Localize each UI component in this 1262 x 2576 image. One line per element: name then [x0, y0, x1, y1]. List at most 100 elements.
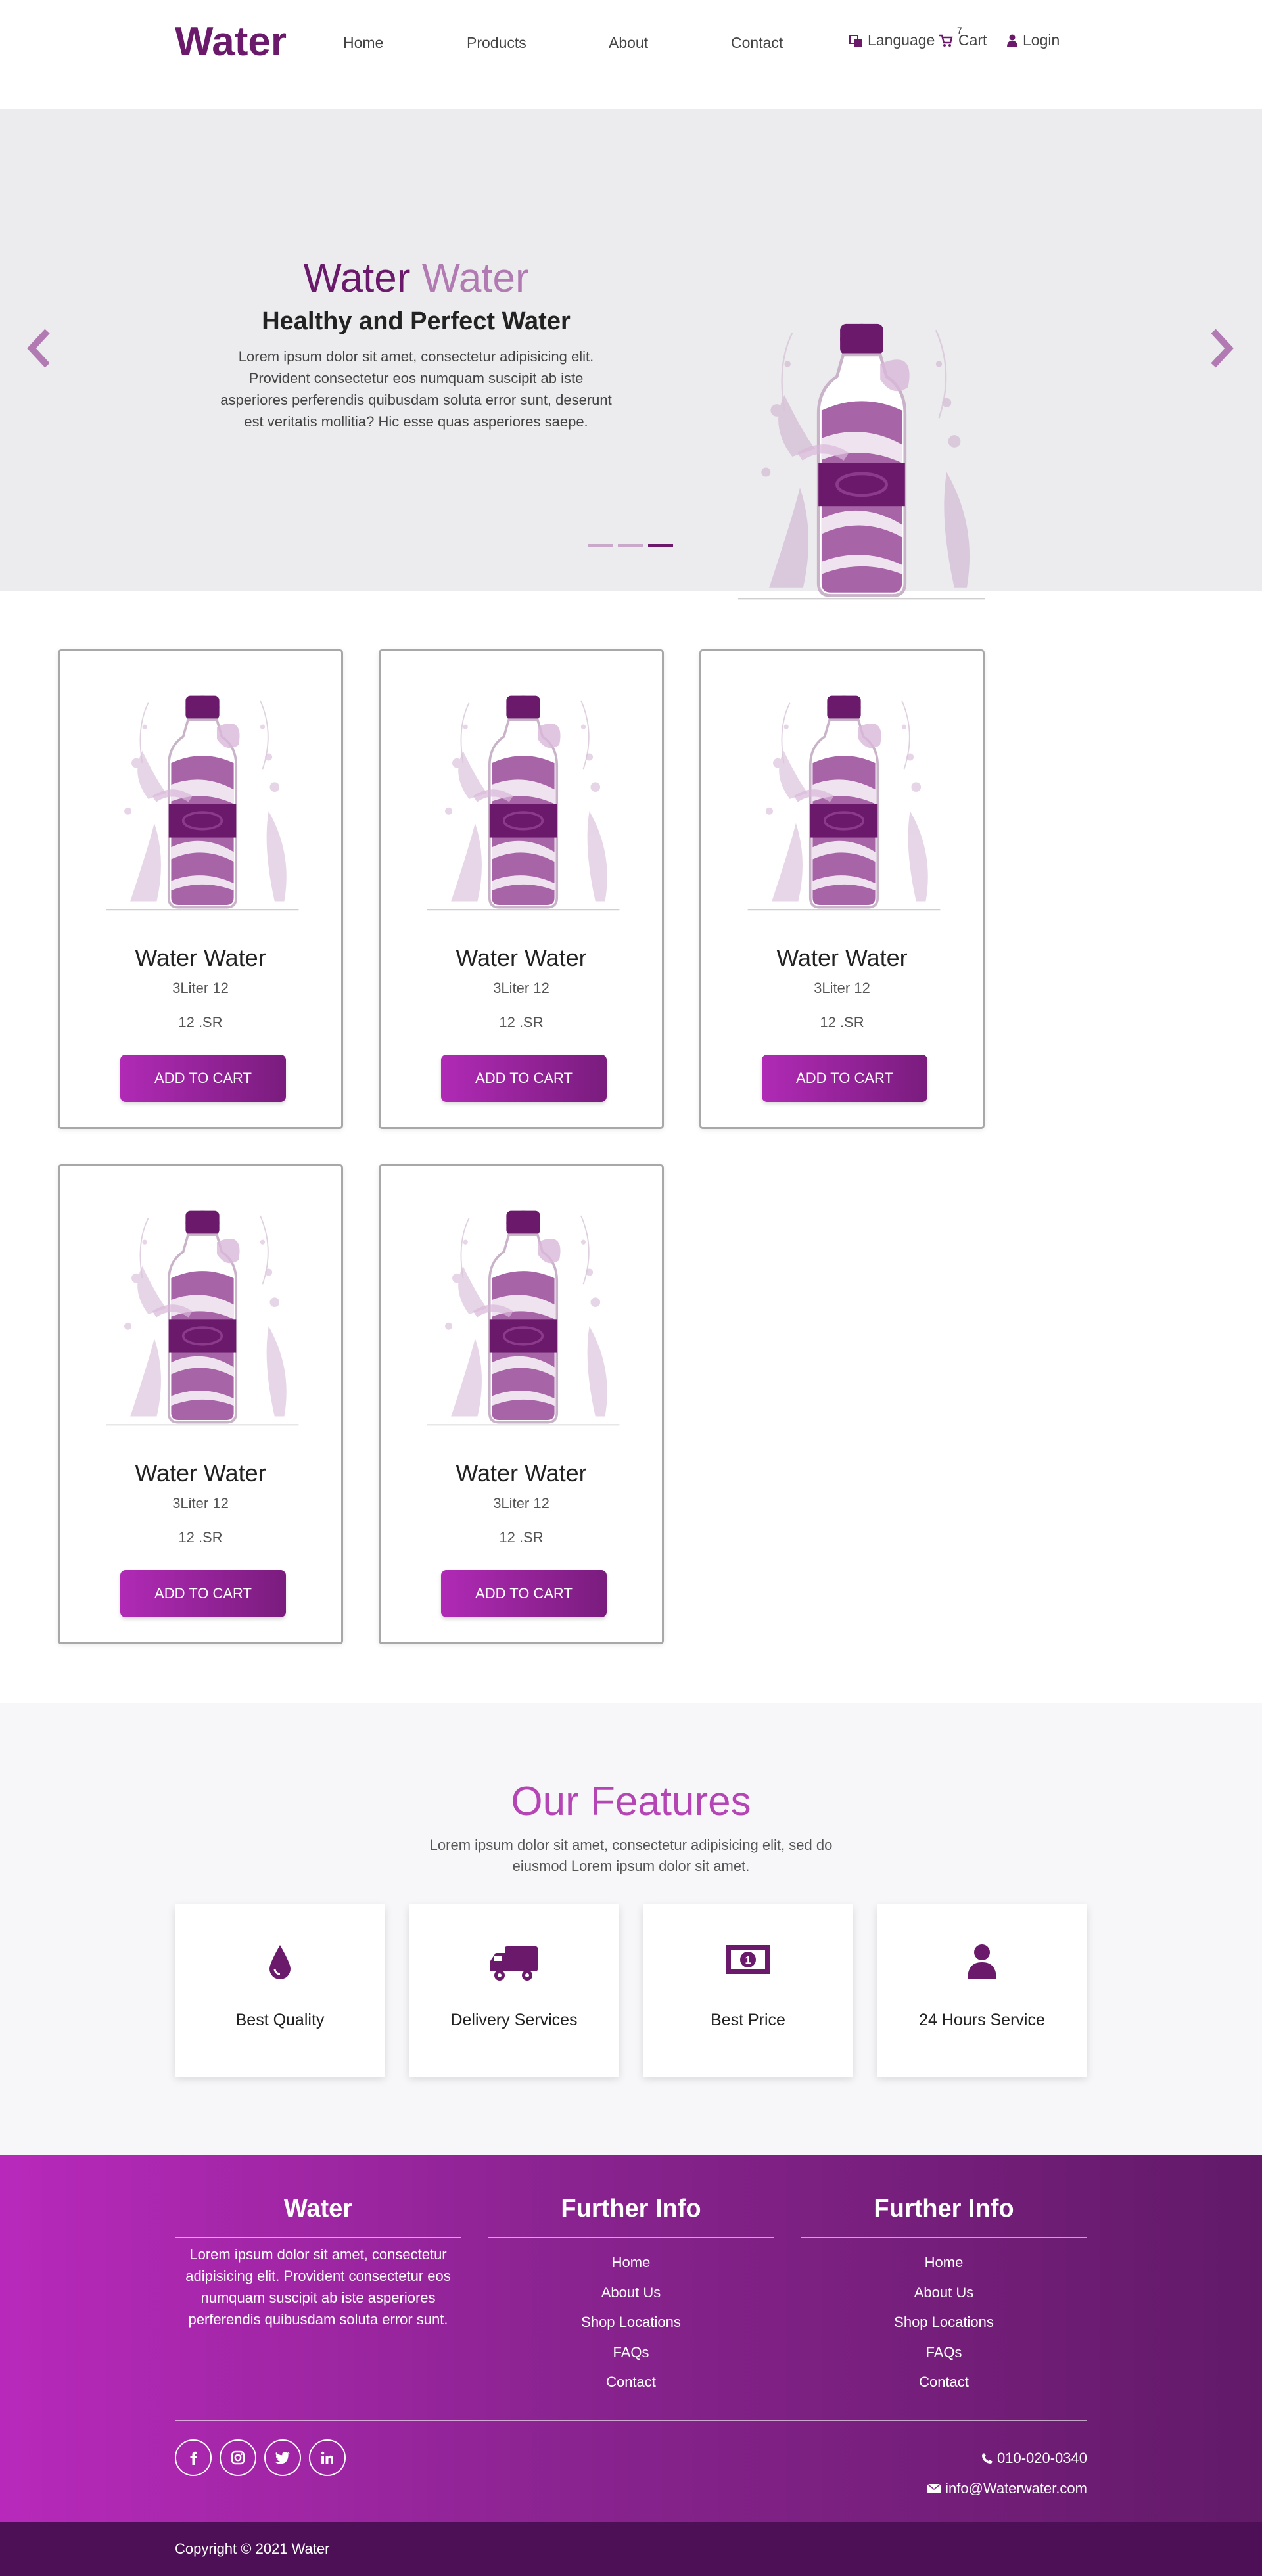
envelope-icon [927, 2483, 941, 2493]
linkedin-icon [321, 2451, 333, 2464]
hero-description: Lorem ipsum dolor sit amet, consectetur … [220, 348, 612, 430]
money-icon: 1 [643, 1944, 853, 1975]
add-to-cart-button[interactable]: ADD TO CART [120, 1055, 286, 1102]
feature-label: 24 Hours Service [919, 2011, 1045, 2029]
carousel-indicators [588, 544, 673, 547]
language-label: Language [868, 32, 935, 49]
feature-label: Best Quality [235, 2011, 325, 2029]
add-to-cart-button[interactable]: ADD TO CART [762, 1055, 927, 1102]
footer-link-shop-locations[interactable]: Shop Locations [801, 2314, 1087, 2344]
footer-info-title: Further Info [561, 2195, 701, 2222]
footer: Water Lorem ipsum dolor sit amet, consec… [0, 2155, 1262, 2522]
copyright-bar: Copyright © 2021 Water [0, 2522, 1262, 2576]
product-price: 12 .SR [499, 1529, 544, 1546]
footer-email-address[interactable]: info@Waterwater.com [945, 2480, 1087, 2497]
footer-phone: 010-020-0340 [981, 2450, 1087, 2467]
product-price: 12 .SR [820, 1014, 864, 1030]
footer-divider [175, 2420, 1087, 2421]
carousel-dot-3[interactable] [648, 544, 673, 547]
footer-divider [488, 2237, 774, 2238]
feature-card-quality: Best Quality [175, 1904, 385, 2077]
footer-link-home[interactable]: Home [801, 2254, 1087, 2284]
product-image [403, 679, 643, 919]
copyright-text: Copyright © 2021 Water [175, 2541, 330, 2557]
product-price: 12 .SR [178, 1529, 223, 1546]
footer-link-faqs[interactable]: FAQs [488, 2344, 774, 2374]
product-card: Water Water 3Liter 12 12 .SR ADD TO CART [58, 649, 343, 1129]
nav-link-home[interactable]: Home [343, 34, 383, 52]
feature-card-24h: 24 Hours Service [877, 1904, 1087, 2077]
footer-link-contact[interactable]: Contact [801, 2374, 1087, 2404]
user-icon [1007, 34, 1017, 47]
footer-link-shop-locations[interactable]: Shop Locations [488, 2314, 774, 2344]
footer-brand-title: Water [283, 2195, 353, 2222]
cart-icon [939, 34, 953, 48]
product-price: 12 .SR [178, 1014, 223, 1030]
footer-links: Home About Us Shop Locations FAQs Contac… [488, 2254, 774, 2404]
product-size: 3Liter 12 [493, 980, 549, 996]
instagram-button[interactable] [220, 2439, 256, 2476]
carousel-dot-1[interactable] [588, 544, 613, 547]
add-to-cart-button[interactable]: ADD TO CART [120, 1570, 286, 1617]
phone-icon [981, 2453, 993, 2464]
hero-carousel: Water Water Healthy and Perfect Water Lo… [0, 109, 1262, 591]
feature-card-price: 1 Best Price [643, 1904, 853, 2077]
linkedin-button[interactable] [309, 2439, 346, 2476]
hero-title-accent: Water [421, 256, 529, 301]
product-card: Water Water 3Liter 12 12 .SR ADD TO CART [699, 649, 985, 1129]
features-section: Our Features Lorem ipsum dolor sit amet,… [0, 1703, 1262, 2155]
product-title: Water Water [135, 944, 266, 971]
language-button[interactable]: Language [849, 32, 935, 49]
product-size: 3Liter 12 [172, 1495, 229, 1511]
product-title: Water Water [776, 944, 908, 971]
product-card: Water Water 3Liter 12 12 .SR ADD TO CART [379, 649, 664, 1129]
product-price: 12 .SR [499, 1014, 544, 1030]
footer-divider [175, 2237, 461, 2238]
product-card: Water Water 3Liter 12 12 .SR ADD TO CART [379, 1164, 664, 1644]
footer-link-contact[interactable]: Contact [488, 2374, 774, 2404]
hero-bottle-image [707, 263, 1016, 651]
features-title: Our Features [511, 1779, 751, 1824]
footer-links: Home About Us Shop Locations FAQs Contac… [801, 2254, 1087, 2404]
product-image [724, 679, 964, 919]
water-drop-icon [175, 1944, 385, 1981]
language-icon [849, 34, 862, 47]
nav-link-contact[interactable]: Contact [731, 34, 783, 52]
product-card: Water Water 3Liter 12 12 .SR ADD TO CART [58, 1164, 343, 1644]
twitter-button[interactable] [264, 2439, 301, 2476]
carousel-dot-2[interactable] [618, 544, 643, 547]
footer-link-home[interactable]: Home [488, 2254, 774, 2284]
features-description: Lorem ipsum dolor sit amet, consectetur … [429, 1837, 833, 1874]
facebook-button[interactable] [175, 2439, 212, 2476]
product-title: Water Water [456, 944, 587, 971]
cart-button[interactable]: Cart [939, 32, 987, 49]
feature-card-delivery: Delivery Services [409, 1904, 619, 2077]
footer-link-faqs[interactable]: FAQs [801, 2344, 1087, 2374]
footer-divider [801, 2237, 1087, 2238]
nav-link-about[interactable]: About [609, 34, 648, 52]
cart-label: Cart [958, 32, 987, 49]
footer-email: info@Waterwater.com [927, 2480, 1087, 2497]
product-title: Water Water [135, 1460, 266, 1486]
product-image [82, 679, 323, 919]
navbar: Water Home Products About Contact Langua… [0, 0, 1262, 109]
add-to-cart-button[interactable]: ADD TO CART [441, 1055, 607, 1102]
brand-logo[interactable]: Water [175, 18, 287, 65]
product-image [403, 1194, 643, 1435]
twitter-icon [275, 2452, 290, 2464]
nav-link-products[interactable]: Products [467, 34, 526, 52]
carousel-next-button[interactable] [1208, 329, 1234, 368]
login-label: Login [1023, 32, 1060, 49]
footer-link-about[interactable]: About Us [488, 2284, 774, 2314]
login-button[interactable]: Login [1007, 32, 1060, 49]
facebook-icon [190, 2451, 197, 2465]
add-to-cart-button[interactable]: ADD TO CART [441, 1570, 607, 1617]
feature-label: Best Price [711, 2011, 785, 2029]
product-title: Water Water [456, 1460, 587, 1486]
footer-phone-number: 010-020-0340 [996, 2450, 1087, 2466]
product-size: 3Liter 12 [493, 1495, 549, 1511]
product-image [82, 1194, 323, 1435]
product-size: 3Liter 12 [172, 980, 229, 996]
user-icon [877, 1944, 1087, 1979]
footer-link-about[interactable]: About Us [801, 2284, 1087, 2314]
